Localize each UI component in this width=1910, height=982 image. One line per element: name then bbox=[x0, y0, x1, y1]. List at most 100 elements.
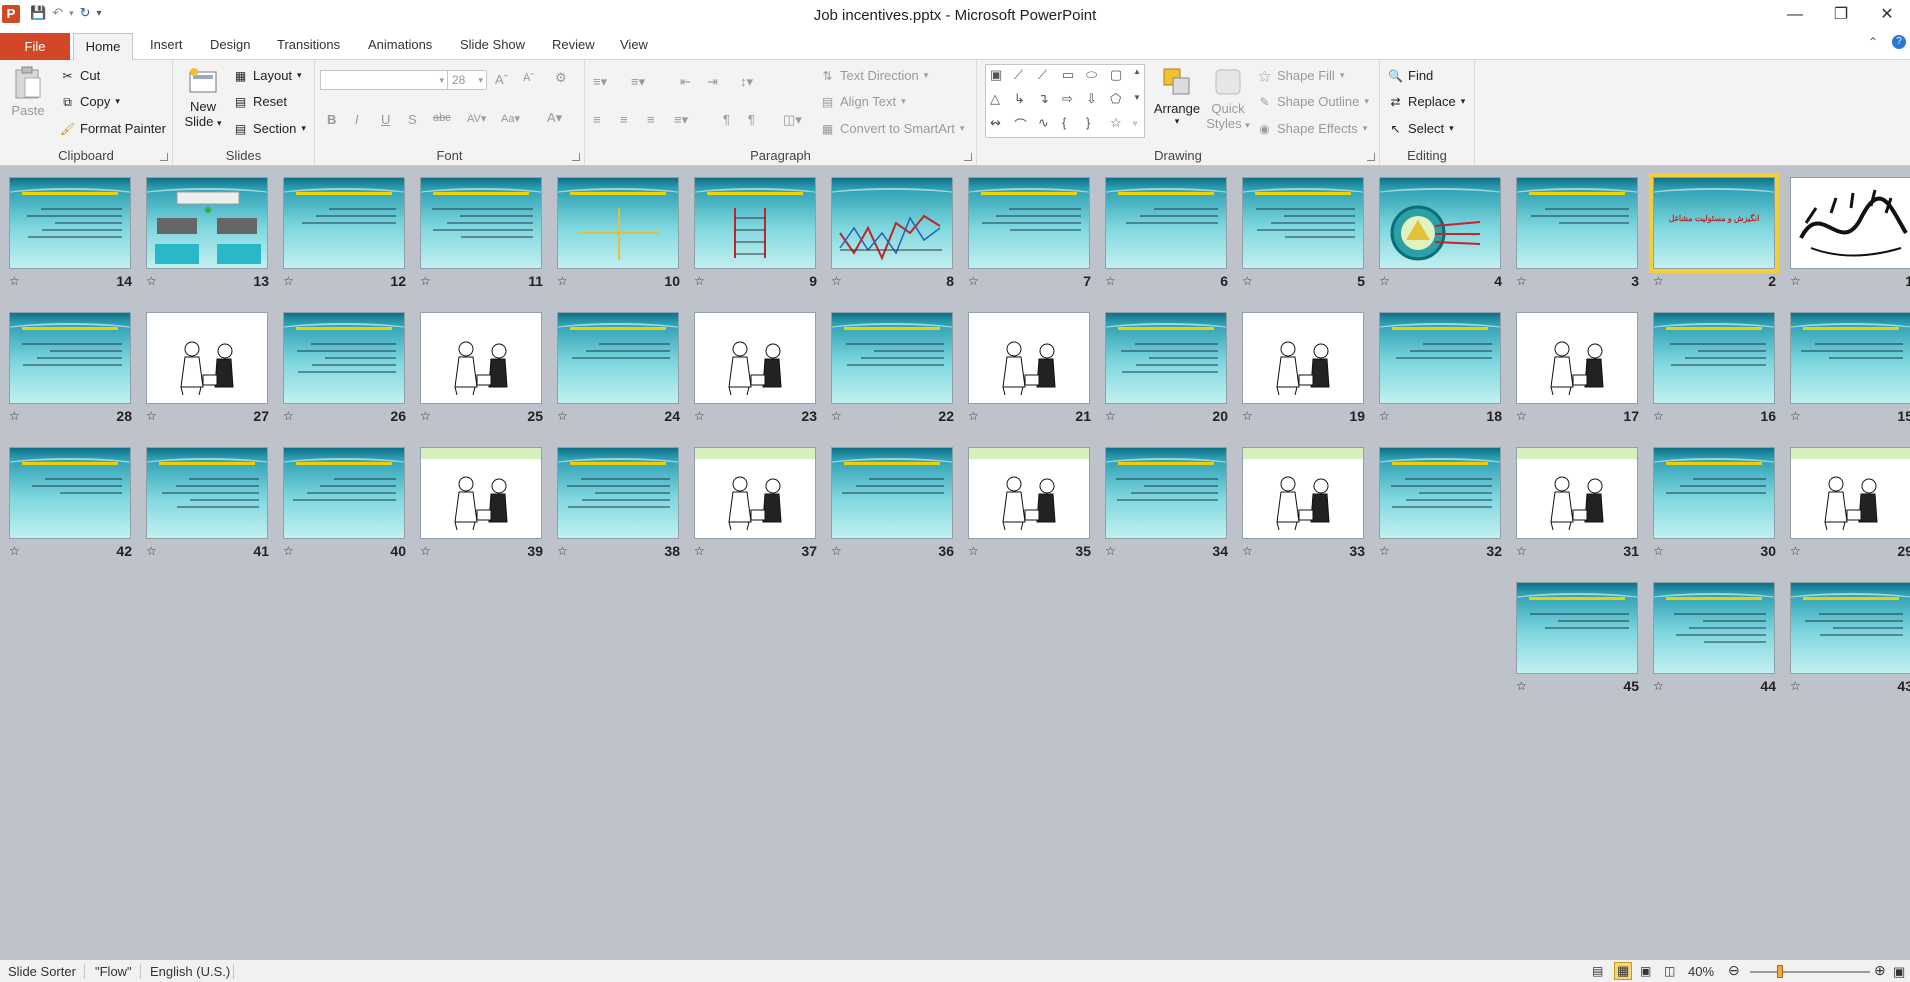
zoom-in-icon[interactable]: ⊕ bbox=[1874, 962, 1886, 979]
reset-button[interactable]: ▤ Reset bbox=[233, 94, 287, 109]
slide-thumbnail-5[interactable] bbox=[1242, 177, 1364, 269]
slide-thumbnail-33[interactable] bbox=[1242, 447, 1364, 539]
shapes-gallery[interactable]: ▣ ⟋ ⟋ ▭ ⬭ ▢ △ ↳ ↴ ⇨ ⇩ ⬠ ↭ ⌒ ∿ { } ☆ ▲ ▼ … bbox=[985, 64, 1145, 138]
new-slide-button[interactable]: New Slide ▾ bbox=[181, 66, 225, 146]
cut-button[interactable]: ✂ Cut bbox=[60, 68, 100, 83]
shadow-icon[interactable]: S bbox=[408, 112, 417, 127]
help-icon[interactable]: ? bbox=[1892, 35, 1906, 49]
down-arrow-shape-icon[interactable]: ⇩ bbox=[1086, 91, 1097, 107]
convert-smartart-button[interactable]: ▦ Convert to SmartArt ▾ bbox=[820, 121, 965, 136]
slide-thumbnail-10[interactable] bbox=[557, 177, 679, 269]
slide-thumbnail-31[interactable] bbox=[1516, 447, 1638, 539]
gallery-scroll-down-icon[interactable]: ▼ bbox=[1133, 93, 1141, 102]
columns-icon[interactable]: ◫▾ bbox=[783, 112, 802, 128]
transition-star-icon[interactable]: ☆ bbox=[1516, 544, 1527, 558]
shrink-font-icon[interactable]: Aˇ bbox=[523, 72, 534, 84]
slide-thumbnail-23[interactable] bbox=[694, 312, 816, 404]
slide-thumbnail-26[interactable] bbox=[283, 312, 405, 404]
right-arrow-shape-icon[interactable]: ⇨ bbox=[1062, 91, 1073, 107]
transition-star-icon[interactable]: ☆ bbox=[968, 544, 979, 558]
zoom-out-icon[interactable]: ⊖ bbox=[1728, 962, 1740, 979]
reading-view-icon[interactable]: ▣ bbox=[1640, 964, 1651, 978]
close-button[interactable]: ✕ bbox=[1864, 0, 1910, 30]
transition-star-icon[interactable]: ☆ bbox=[1516, 679, 1527, 693]
tab-design[interactable]: Design bbox=[210, 37, 250, 52]
change-case-icon[interactable]: Aa▾ bbox=[501, 112, 520, 125]
fit-to-window-icon[interactable]: ▣ bbox=[1893, 964, 1905, 980]
transition-star-icon[interactable]: ☆ bbox=[1105, 544, 1116, 558]
star-shape-icon[interactable]: ☆ bbox=[1110, 115, 1122, 131]
bullets-icon[interactable]: ≡▾ bbox=[593, 74, 607, 90]
slide-thumbnail-28[interactable] bbox=[9, 312, 131, 404]
slide-thumbnail-37[interactable] bbox=[694, 447, 816, 539]
brace-left-shape-icon[interactable]: { bbox=[1062, 115, 1066, 130]
transition-star-icon[interactable]: ☆ bbox=[1379, 274, 1390, 288]
section-button[interactable]: ▤ Section ▾ bbox=[233, 121, 306, 136]
gallery-scroll-up-icon[interactable]: ▲ bbox=[1133, 67, 1141, 76]
tab-home[interactable]: Home bbox=[73, 33, 133, 61]
clipboard-launcher-icon[interactable] bbox=[160, 153, 168, 161]
font-launcher-icon[interactable] bbox=[572, 153, 580, 161]
transition-star-icon[interactable]: ☆ bbox=[694, 544, 705, 558]
slide-thumbnail-34[interactable] bbox=[1105, 447, 1227, 539]
italic-icon[interactable]: I bbox=[355, 112, 359, 127]
justify-icon[interactable]: ≡▾ bbox=[674, 112, 688, 128]
transition-star-icon[interactable]: ☆ bbox=[283, 274, 294, 288]
slide-show-view-icon[interactable]: ◫ bbox=[1664, 964, 1675, 978]
slide-thumbnail-4[interactable] bbox=[1379, 177, 1501, 269]
slide-thumbnail-6[interactable] bbox=[1105, 177, 1227, 269]
align-left-icon[interactable]: ≡ bbox=[593, 112, 601, 127]
tab-review[interactable]: Review bbox=[552, 37, 595, 52]
transition-star-icon[interactable]: ☆ bbox=[283, 409, 294, 423]
slide-thumbnail-43[interactable] bbox=[1790, 582, 1910, 674]
tab-slide-show[interactable]: Slide Show bbox=[460, 37, 525, 52]
slide-thumbnail-15[interactable] bbox=[1790, 312, 1910, 404]
copy-button[interactable]: ⧉ Copy ▾ bbox=[60, 94, 120, 109]
transition-star-icon[interactable]: ☆ bbox=[831, 409, 842, 423]
transition-star-icon[interactable]: ☆ bbox=[1790, 274, 1801, 288]
quick-styles-button[interactable]: Quick Styles ▾ bbox=[1203, 66, 1253, 146]
slide-thumbnail-18[interactable] bbox=[1379, 312, 1501, 404]
slide-thumbnail-35[interactable] bbox=[968, 447, 1090, 539]
paragraph-launcher-icon[interactable] bbox=[964, 153, 972, 161]
transition-star-icon[interactable]: ☆ bbox=[1105, 409, 1116, 423]
minimize-ribbon-icon[interactable]: ⌃ bbox=[1868, 35, 1878, 49]
ltr-icon[interactable]: ¶ bbox=[723, 112, 730, 127]
slide-thumbnail-20[interactable] bbox=[1105, 312, 1227, 404]
transition-star-icon[interactable]: ☆ bbox=[420, 409, 431, 423]
transition-star-icon[interactable]: ☆ bbox=[1379, 409, 1390, 423]
slide-thumbnail-27[interactable] bbox=[146, 312, 268, 404]
text-direction-button[interactable]: ⇅ Text Direction ▾ bbox=[820, 68, 928, 83]
transition-star-icon[interactable]: ☆ bbox=[146, 409, 157, 423]
rtl-icon[interactable]: ¶ bbox=[748, 112, 755, 127]
curve-shape-icon[interactable]: ↭ bbox=[990, 115, 1001, 131]
transition-star-icon[interactable]: ☆ bbox=[1516, 274, 1527, 288]
slide-thumbnail-29[interactable] bbox=[1790, 447, 1910, 539]
slide-thumbnail-24[interactable] bbox=[557, 312, 679, 404]
textbox-shape-icon[interactable]: ▣ bbox=[990, 67, 1002, 83]
slide-thumbnail-3[interactable] bbox=[1516, 177, 1638, 269]
transition-star-icon[interactable]: ☆ bbox=[694, 274, 705, 288]
transition-star-icon[interactable]: ☆ bbox=[1242, 274, 1253, 288]
slide-thumbnail-44[interactable] bbox=[1653, 582, 1775, 674]
tab-animations[interactable]: Animations bbox=[368, 37, 432, 52]
transition-star-icon[interactable]: ☆ bbox=[831, 274, 842, 288]
slide-thumbnail-25[interactable] bbox=[420, 312, 542, 404]
transition-star-icon[interactable]: ☆ bbox=[831, 544, 842, 558]
rectangle-shape-icon[interactable]: ▭ bbox=[1062, 67, 1074, 83]
select-button[interactable]: ↖ Select ▾ bbox=[1388, 121, 1453, 136]
zoom-slider-track[interactable] bbox=[1750, 971, 1870, 973]
tab-file[interactable]: File bbox=[0, 33, 70, 60]
slide-thumbnail-9[interactable] bbox=[694, 177, 816, 269]
transition-star-icon[interactable]: ☆ bbox=[420, 274, 431, 288]
transition-star-icon[interactable]: ☆ bbox=[1790, 679, 1801, 693]
arc-shape-icon[interactable]: ⌒ bbox=[1014, 115, 1027, 134]
grow-font-icon[interactable]: Aˆ bbox=[495, 72, 508, 87]
drawing-launcher-icon[interactable] bbox=[1367, 153, 1375, 161]
elbow-connector-shape-icon[interactable]: ↴ bbox=[1038, 91, 1049, 107]
slide-thumbnail-32[interactable] bbox=[1379, 447, 1501, 539]
transition-star-icon[interactable]: ☆ bbox=[557, 274, 568, 288]
font-size-combo[interactable]: 28 ▾ bbox=[447, 70, 487, 90]
transition-star-icon[interactable]: ☆ bbox=[146, 274, 157, 288]
font-color-icon[interactable]: A▾ bbox=[547, 110, 562, 126]
